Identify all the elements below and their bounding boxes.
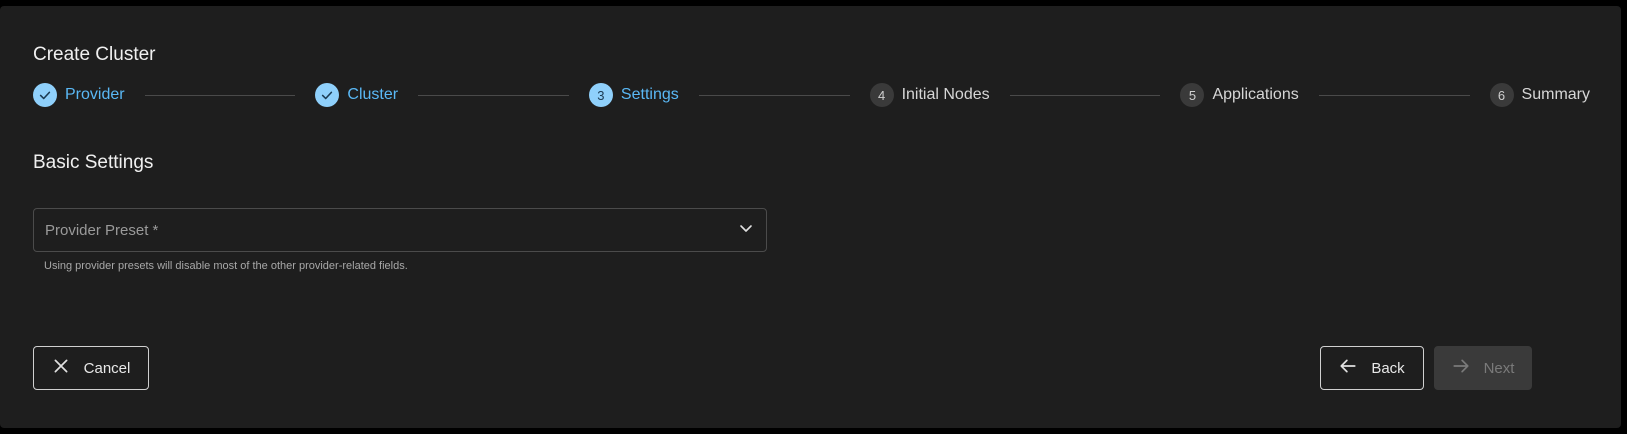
step-number: 5 bbox=[1180, 83, 1205, 107]
arrow-left-icon bbox=[1339, 357, 1371, 379]
back-button[interactable]: Back bbox=[1320, 346, 1424, 390]
step-initial-nodes: 4 Initial Nodes bbox=[869, 83, 990, 107]
step-cluster[interactable]: Cluster bbox=[315, 83, 398, 107]
close-icon bbox=[52, 357, 84, 379]
section-title: Basic Settings bbox=[33, 152, 154, 173]
step-number: 4 bbox=[869, 83, 894, 107]
step-applications: 5 Applications bbox=[1180, 83, 1299, 107]
step-connector bbox=[1318, 94, 1470, 96]
provider-preset-hint: Using provider presets will disable most… bbox=[44, 260, 408, 272]
check-icon bbox=[315, 83, 340, 107]
next-button[interactable]: Next bbox=[1434, 346, 1532, 390]
cancel-label: Cancel bbox=[83, 359, 131, 377]
provider-preset-select[interactable]: Provider Preset * bbox=[33, 208, 767, 252]
step-connector bbox=[418, 94, 569, 96]
step-label: Applications bbox=[1212, 86, 1299, 103]
arrow-right-icon bbox=[1452, 357, 1484, 379]
check-icon bbox=[33, 83, 57, 107]
provider-preset-placeholder: Provider Preset * bbox=[45, 221, 159, 239]
wizard-stepper: Provider Cluster 3 Settings 4 Initial No… bbox=[33, 82, 1590, 108]
step-label: Provider bbox=[65, 86, 125, 103]
step-connector bbox=[698, 94, 850, 96]
chevron-down-icon bbox=[738, 220, 754, 241]
step-label: Cluster bbox=[347, 86, 399, 103]
step-number: 3 bbox=[588, 83, 613, 107]
step-connector bbox=[144, 94, 296, 96]
cancel-button[interactable]: Cancel bbox=[33, 346, 149, 390]
back-label: Back bbox=[1371, 359, 1405, 377]
page-title: Create Cluster bbox=[33, 44, 156, 65]
step-label: Settings bbox=[620, 86, 679, 103]
step-provider[interactable]: Provider bbox=[33, 83, 125, 107]
step-label: Summary bbox=[1521, 86, 1590, 103]
step-number: 6 bbox=[1489, 83, 1514, 107]
step-connector bbox=[1009, 94, 1161, 96]
step-label: Initial Nodes bbox=[901, 86, 990, 103]
next-label: Next bbox=[1483, 359, 1515, 377]
step-settings[interactable]: 3 Settings bbox=[588, 83, 679, 107]
step-summary: 6 Summary bbox=[1489, 83, 1590, 107]
